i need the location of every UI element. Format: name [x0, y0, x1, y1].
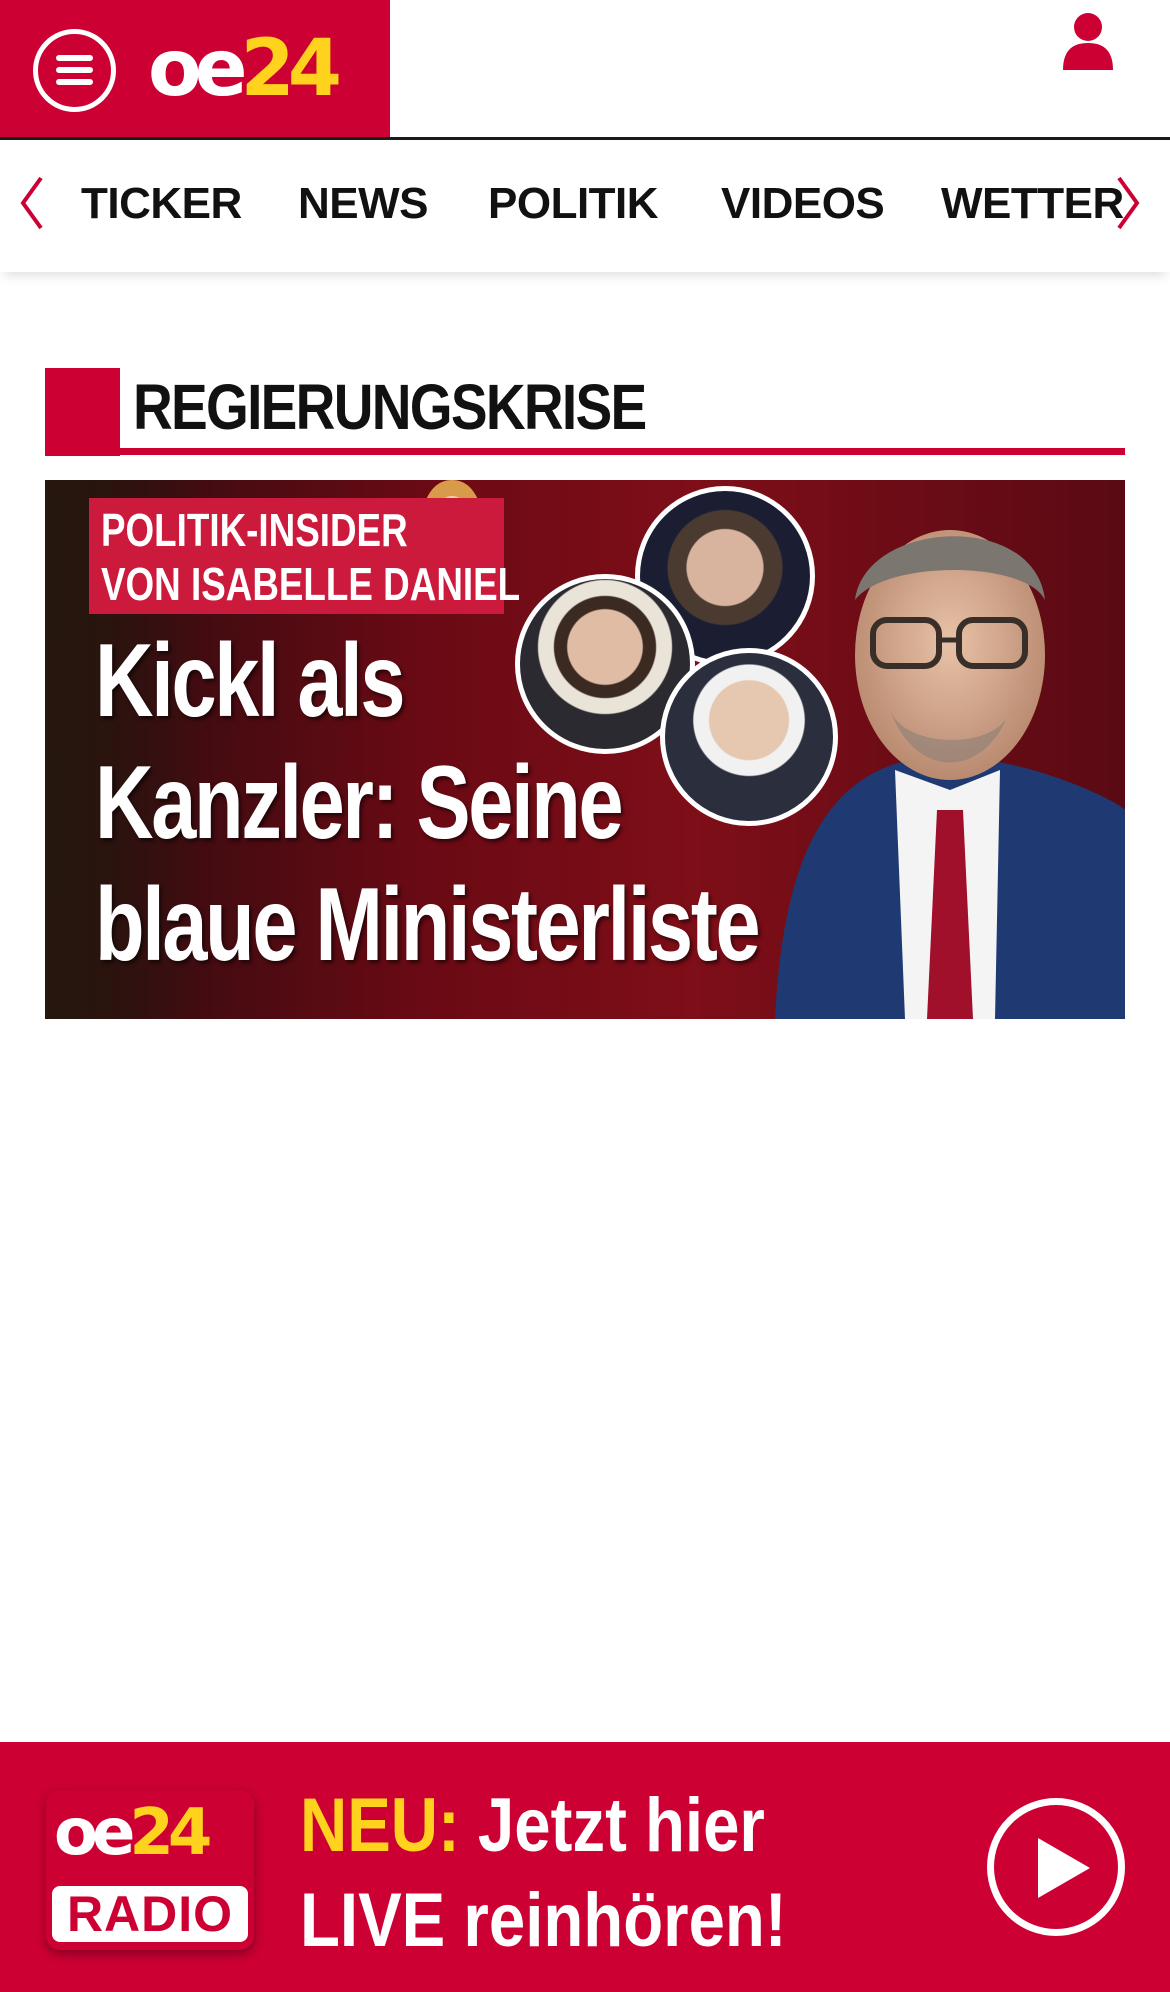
radio-neu-label: NEU:	[300, 1783, 460, 1868]
headline-line-1: Kickl als	[95, 623, 405, 739]
radio-logo-wordmark: oe24	[54, 1796, 212, 1870]
radio-promo-line-1: NEU: Jetzt hier	[300, 1778, 787, 1873]
nav-item-news[interactable]: NEWS	[298, 178, 429, 230]
person-circle-right	[660, 648, 838, 826]
nav-item-videos[interactable]: VIDEOS	[721, 178, 885, 230]
kicker-line-1: POLITIK-INSIDER	[101, 504, 408, 556]
play-icon[interactable]	[987, 1798, 1125, 1936]
section-underline	[45, 448, 1125, 455]
section-heading: REGIERUNGSKRISE	[45, 368, 1125, 456]
nav-item-ticker[interactable]: TICKER	[81, 178, 242, 230]
site-header: oe24	[0, 0, 1170, 140]
kicker-line-2: VON ISABELLE DANIEL	[101, 558, 521, 610]
radio-logo-oe: oe	[54, 1796, 135, 1870]
brand-area: oe24	[0, 0, 390, 137]
radio-banner[interactable]: oe24 RADIO NEU: Jetzt hier LIVE reinhöre…	[0, 1742, 1170, 1992]
article-teaser[interactable]: POLITIK-INSIDER VON ISABELLE DANIEL Kick…	[45, 480, 1125, 1019]
chevron-right-icon[interactable]	[1113, 174, 1143, 232]
logo-oe-text: oe	[148, 24, 247, 114]
headline-line-3: blaue Ministerliste	[95, 867, 761, 983]
radio-line1-rest: Jetzt hier	[459, 1783, 765, 1868]
radio-logo-24: 24	[129, 1796, 212, 1870]
radio-promo-text[interactable]: NEU: Jetzt hier LIVE reinhören!	[300, 1778, 787, 1968]
headline-line-2: Kanzler: Seine	[95, 745, 624, 861]
radio-logo-label: RADIO	[52, 1886, 248, 1942]
logo-24-text: 24	[240, 24, 343, 114]
teaser-headline[interactable]: Kickl als Kanzler: Seine blaue Ministerl…	[95, 620, 761, 986]
section-title[interactable]: REGIERUNGSKRISE	[133, 370, 647, 444]
nav-item-wetter[interactable]: WETTER	[941, 178, 1124, 230]
section-marker	[45, 368, 120, 456]
user-icon[interactable]	[1061, 12, 1115, 70]
site-logo[interactable]: oe24	[148, 24, 343, 114]
hamburger-menu-icon[interactable]	[33, 29, 116, 112]
chevron-left-icon[interactable]	[17, 174, 47, 232]
category-nav: TICKER NEWS POLITIK VIDEOS WETTER	[0, 140, 1170, 272]
radio-logo[interactable]: oe24 RADIO	[46, 1790, 254, 1950]
nav-item-politik[interactable]: POLITIK	[488, 178, 659, 230]
radio-promo-line-2: LIVE reinhören!	[300, 1878, 787, 1963]
